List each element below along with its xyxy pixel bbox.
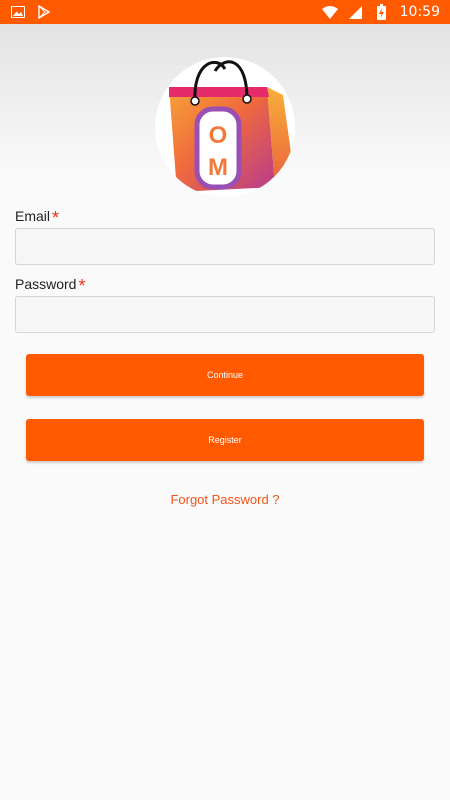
status-right: 10:59 [321,4,440,20]
password-required-mark: * [78,276,86,296]
forgot-password-link[interactable]: Forgot Password ? [0,492,450,507]
logo-letter-m: M [208,154,228,181]
status-left [10,4,52,20]
image-icon [10,4,26,20]
app-logo: O M [155,57,295,197]
email-input[interactable] [15,228,435,265]
battery-charging-icon [374,4,390,20]
continue-button[interactable]: Continue [26,354,424,396]
logo-letter-o: O [209,122,228,149]
email-label-text: Email [15,208,51,224]
password-label: Password * [15,276,85,295]
email-label: Email * [15,208,59,227]
play-store-icon [36,4,52,20]
email-required-mark: * [52,208,60,228]
register-button[interactable]: Register [26,419,424,461]
signal-icon [348,4,364,20]
shopping-bag-logo-icon: O M [169,60,295,192]
password-input[interactable] [15,296,435,333]
status-time: 10:59 [399,4,440,20]
status-bar: 10:59 [0,0,450,24]
wifi-icon [321,4,338,20]
password-label-text: Password [15,276,77,292]
